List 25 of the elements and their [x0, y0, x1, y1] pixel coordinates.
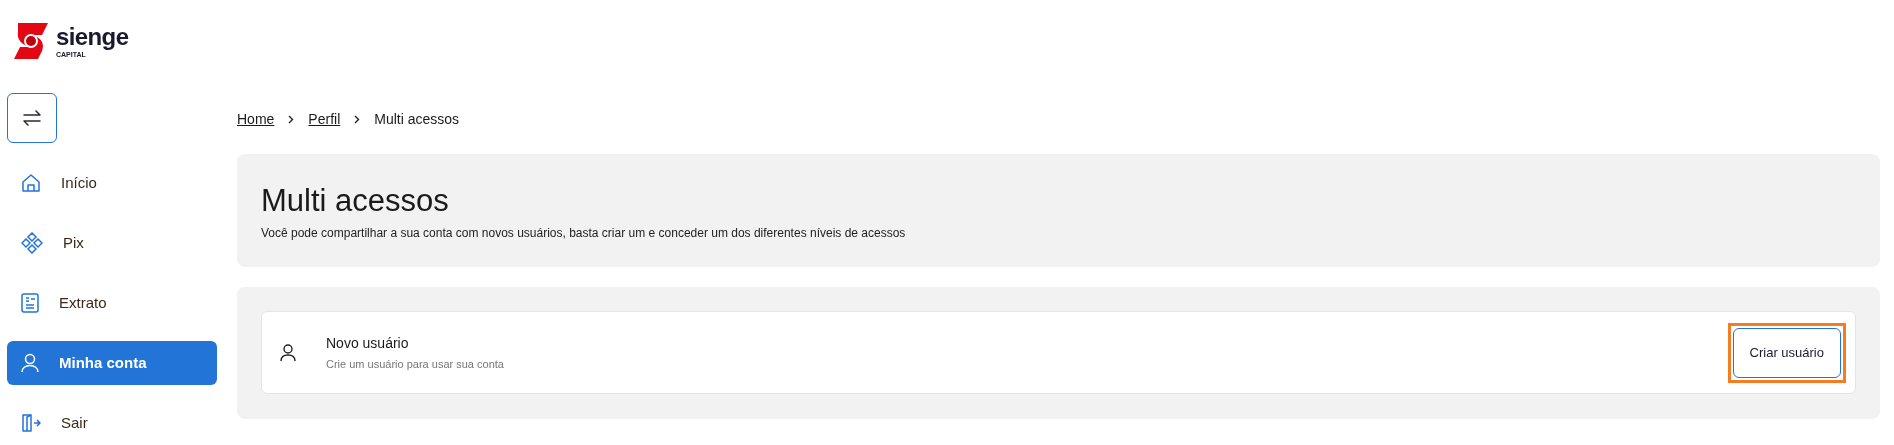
- diamond-cluster-icon: [21, 232, 43, 254]
- new-user-subtitle: Crie um usuário para usar sua conta: [326, 356, 504, 372]
- new-user-title: Novo usuário: [326, 333, 410, 353]
- nav-item[interactable]: Sair: [7, 401, 217, 445]
- nav-item[interactable]: Início: [7, 161, 217, 205]
- home-icon: [21, 173, 41, 193]
- page-description: Você pode compartilhar a sua conta com novos usuários, basta criar um e conceder um dos diferentes níveis de acessos: [261, 225, 907, 242]
- user-icon: [21, 353, 39, 373]
- create-user-button[interactable]: Criar usuário: [1732, 327, 1841, 378]
- document-icon: [21, 293, 39, 313]
- breadcrumb-link[interactable]: Home: [237, 108, 275, 130]
- nav-item[interactable]: Minha conta: [7, 341, 217, 385]
- chevron-right-icon: [354, 114, 361, 124]
- swap-icon: [22, 110, 42, 126]
- user-icon: [280, 343, 296, 362]
- page-title: Multi acessos: [261, 183, 450, 219]
- logout-icon: [21, 413, 41, 433]
- breadcrumb-current: Multi acessos: [374, 109, 460, 129]
- nav-item[interactable]: Extrato: [7, 281, 217, 325]
- logo-wordmark: sienge: [56, 24, 129, 49]
- switch-account-button[interactable]: [7, 93, 57, 143]
- chevron-right-icon: [288, 114, 295, 124]
- breadcrumb-link[interactable]: Perfil: [308, 108, 341, 130]
- logo-icon: [12, 21, 50, 61]
- nav-item[interactable]: Pix: [7, 221, 217, 265]
